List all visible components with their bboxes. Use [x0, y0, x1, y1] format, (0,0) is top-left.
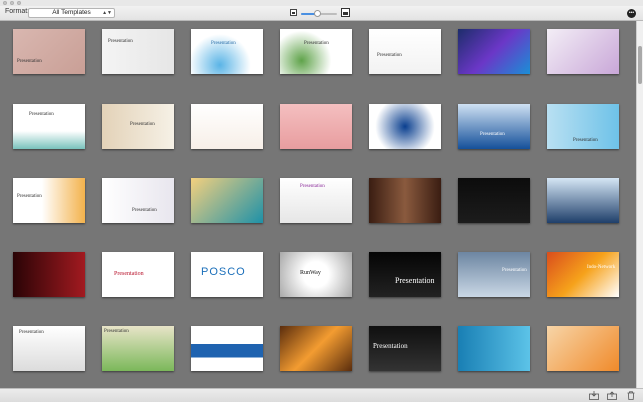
- template-thumbnail[interactable]: [547, 326, 619, 371]
- template-thumbnail[interactable]: [369, 104, 441, 149]
- small-thumbnail-icon[interactable]: [290, 9, 297, 16]
- scrollbar-thumb[interactable]: [638, 46, 642, 84]
- template-thumbnail[interactable]: [13, 252, 85, 297]
- template-thumbnail[interactable]: Presentation: [102, 326, 174, 371]
- template-thumbnail[interactable]: Presentation: [458, 104, 530, 149]
- template-thumbnail[interactable]: Presentation: [102, 29, 174, 74]
- toolbar: Format: All Templates ▲▼ •••: [0, 6, 643, 21]
- template-title: Presentation: [480, 132, 505, 137]
- thumbnail-size-slider[interactable]: [301, 10, 337, 17]
- template-title: Indo-Network: [587, 265, 616, 270]
- large-thumbnail-icon[interactable]: [341, 8, 350, 17]
- close-window-button[interactable]: [3, 1, 7, 5]
- template-thumbnail[interactable]: Presentation: [369, 29, 441, 74]
- template-title: Presentation: [130, 122, 155, 127]
- template-thumbnail[interactable]: [191, 178, 263, 223]
- format-select[interactable]: All Templates ▲▼: [28, 8, 115, 18]
- template-thumbnail[interactable]: RunWay: [280, 252, 352, 297]
- updown-chevron-icon: ▲▼: [102, 10, 112, 16]
- template-title: Presentation: [17, 59, 42, 64]
- template-title: POSCO: [201, 266, 246, 278]
- format-label: Format:: [5, 8, 30, 15]
- bottom-toolbar: [0, 388, 643, 402]
- template-title: Presentation: [17, 194, 42, 199]
- template-title: Presentation: [502, 268, 527, 273]
- template-thumbnail[interactable]: Indo-Network: [547, 252, 619, 297]
- template-title: Presentation: [19, 330, 44, 335]
- template-thumbnail[interactable]: Presentation: [280, 29, 352, 74]
- template-title: Presentation: [132, 208, 157, 213]
- template-title: Presentation: [395, 276, 435, 285]
- template-thumbnail[interactable]: Presentation: [102, 178, 174, 223]
- slider-knob[interactable]: [314, 10, 322, 17]
- template-thumbnail[interactable]: Presentation: [458, 252, 530, 297]
- trash-icon[interactable]: [626, 391, 636, 400]
- template-title: Presentation: [211, 41, 236, 46]
- template-title: Presentation: [573, 138, 598, 143]
- template-thumbnail[interactable]: POSCO: [191, 252, 263, 297]
- template-thumbnail[interactable]: [280, 326, 352, 371]
- template-title: Presentation: [377, 53, 402, 58]
- template-title: RunWay: [300, 270, 321, 276]
- template-thumbnail[interactable]: Presentation: [13, 29, 85, 74]
- template-thumbnail[interactable]: [547, 178, 619, 223]
- template-thumbnail[interactable]: Presentation: [191, 29, 263, 74]
- template-thumbnail[interactable]: Presentation: [13, 326, 85, 371]
- template-title: Presentation: [373, 342, 408, 350]
- template-thumbnail[interactable]: Presentation: [13, 104, 85, 149]
- template-thumbnail[interactable]: [280, 104, 352, 149]
- info-icon[interactable]: •••: [627, 9, 636, 18]
- template-title: Presentation: [104, 329, 129, 334]
- template-title: Presentation: [108, 39, 133, 44]
- template-title: Presentation: [304, 41, 329, 46]
- template-thumbnail[interactable]: Presentation: [369, 252, 441, 297]
- export-icon[interactable]: [607, 391, 617, 400]
- template-thumbnail[interactable]: Presentation: [102, 252, 174, 297]
- template-title: Presentation: [114, 271, 144, 277]
- template-thumbnail[interactable]: Presentation: [369, 326, 441, 371]
- template-thumbnail[interactable]: [458, 29, 530, 74]
- template-thumbnail[interactable]: Presentation: [280, 178, 352, 223]
- template-thumbnail[interactable]: [191, 104, 263, 149]
- template-thumbnail[interactable]: [369, 178, 441, 223]
- template-grid: Presentation Presentation Presentation Pres…: [0, 21, 636, 388]
- template-thumbnail[interactable]: [458, 326, 530, 371]
- template-thumbnail[interactable]: [191, 326, 263, 371]
- template-thumbnail[interactable]: [547, 29, 619, 74]
- vertical-scrollbar[interactable]: [636, 21, 643, 388]
- template-title: Presentation: [300, 184, 325, 189]
- template-title: Presentation: [29, 112, 54, 117]
- template-thumbnail[interactable]: Presentation: [102, 104, 174, 149]
- template-thumbnail[interactable]: Presentation: [13, 178, 85, 223]
- format-select-value: All Templates: [52, 9, 91, 16]
- zoom-window-button[interactable]: [17, 1, 21, 5]
- minimize-window-button[interactable]: [10, 1, 14, 5]
- template-thumbnail[interactable]: Presentation: [547, 104, 619, 149]
- template-thumbnail[interactable]: [458, 178, 530, 223]
- import-icon[interactable]: [589, 391, 599, 400]
